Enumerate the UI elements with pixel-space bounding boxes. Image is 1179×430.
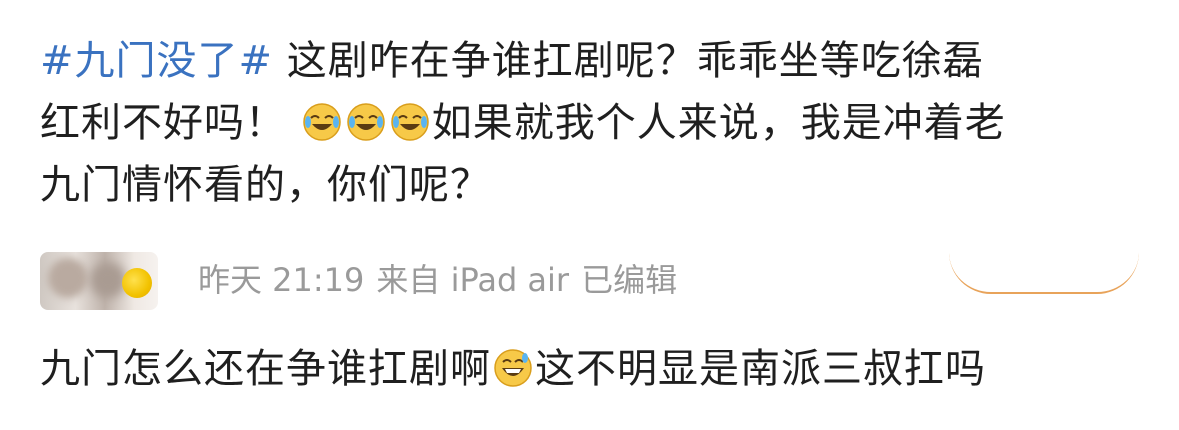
- edited-label[interactable]: 已编辑: [581, 261, 677, 299]
- post-text-line2-rest: 如果就我个人来说，我是冲着老: [431, 100, 1006, 146]
- grin-sweat-emoji-icon: [494, 349, 532, 387]
- post-meta: 昨天 21:19 来自 iPad air 已编辑: [198, 258, 689, 302]
- post-source: 来自 iPad air: [376, 261, 570, 299]
- comment-text-end: 这不明显是南派三叔扛吗: [535, 346, 986, 392]
- hashtag-link[interactable]: #九门没了#: [40, 38, 273, 84]
- post-content: #九门没了# 这剧咋在争谁扛剧呢？乖乖坐等吃徐磊 红利不好吗！ 如果就我个人来说…: [40, 30, 1150, 216]
- avatar-photo-blur: [48, 258, 88, 298]
- post-text-line3: 九门情怀看的，你们呢？: [40, 162, 491, 208]
- verified-badge-icon: [122, 268, 152, 298]
- post-timestamp: 昨天 21:19: [198, 261, 365, 299]
- comment-text-start: 九门怎么还在争谁扛剧啊: [40, 346, 491, 392]
- post-text-line2-start: 红利不好吗！: [40, 100, 286, 146]
- comment-content: 九门怎么还在争谁扛剧啊 这不明显是南派三叔扛吗: [40, 338, 1150, 400]
- avatar[interactable]: [40, 252, 158, 310]
- laugh-cry-emoji-icon: [302, 103, 341, 141]
- avatar-photo-blur: [90, 262, 126, 298]
- post-text-line1: 这剧咋在争谁扛剧呢？乖乖坐等吃徐磊: [273, 38, 984, 84]
- laugh-cry-emoji-icon: [390, 103, 429, 141]
- laugh-cry-emoji-icon: [346, 103, 385, 141]
- decorative-curve: [949, 252, 1139, 294]
